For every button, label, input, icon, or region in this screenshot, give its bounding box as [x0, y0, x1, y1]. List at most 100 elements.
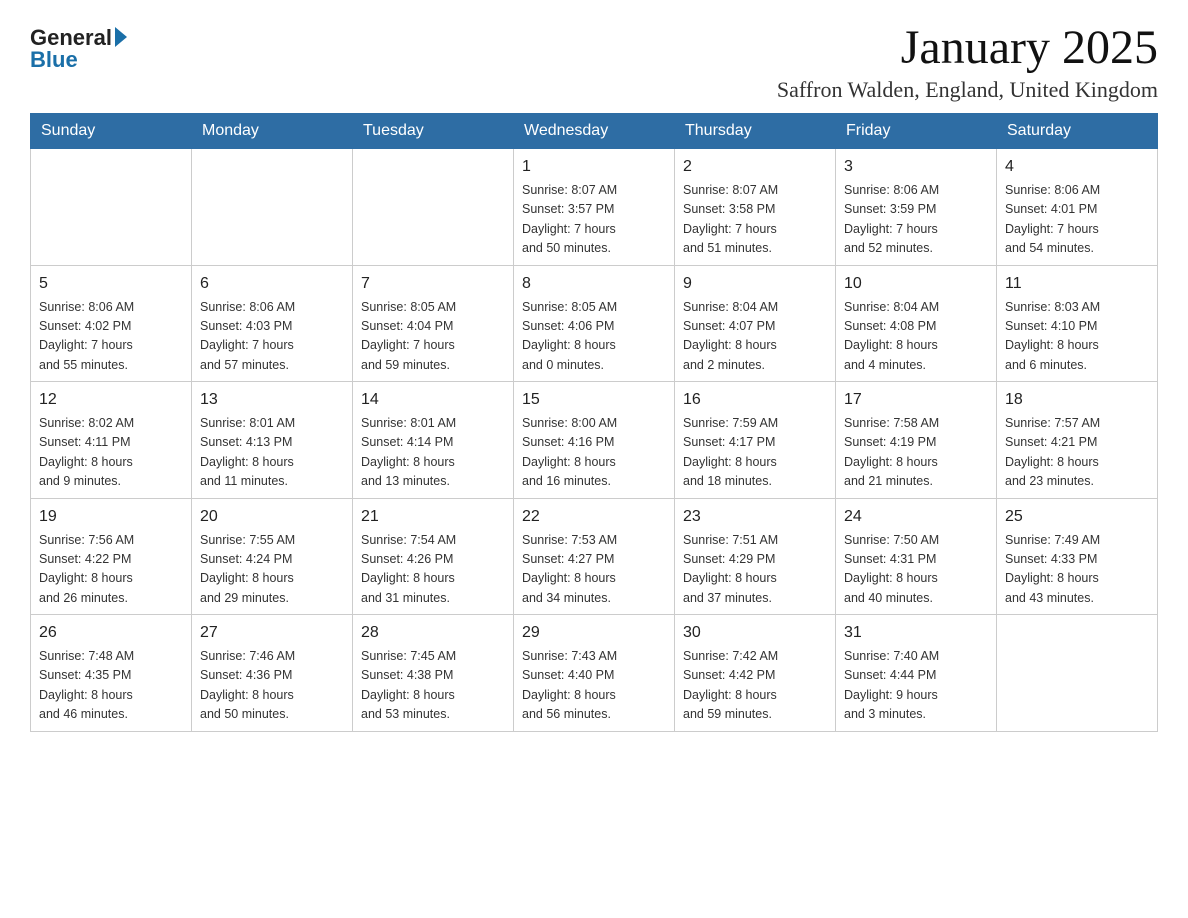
calendar-cell: 21 Sunrise: 7:54 AMSunset: 4:26 PMDayligh… [353, 498, 514, 615]
calendar-cell: 29Sunrise: 7:43 AMSunset: 4:40 PMDayligh… [514, 615, 675, 732]
day-info: Sunrise: 7:55 AMSunset: 4:24 PMDaylight:… [200, 533, 295, 605]
day-number: 27 [200, 621, 344, 645]
day-info: Sunrise: 7:54 AMSunset: 4:26 PMDaylight:… [361, 533, 456, 605]
calendar-day-header: Thursday [675, 114, 836, 149]
page-header: General Blue January 2025 Saffron Walden… [30, 20, 1158, 103]
calendar-cell: 14 Sunrise: 8:01 AMSunset: 4:14 PMDayligh… [353, 382, 514, 499]
day-info: Sunrise: 7:50 AMSunset: 4:31 PMDaylight:… [844, 533, 939, 605]
calendar-cell: 3Sunrise: 8:06 AMSunset: 3:59 PMDaylight… [836, 149, 997, 266]
day-number: 8 [522, 272, 666, 296]
logo: General Blue [30, 20, 127, 73]
calendar-cell: 15 Sunrise: 8:00 AMSunset: 4:16 PMDayligh… [514, 382, 675, 499]
calendar-cell [997, 615, 1158, 732]
calendar-cell: 7Sunrise: 8:05 AMSunset: 4:04 PMDaylight… [353, 265, 514, 382]
day-number: 16 [683, 388, 827, 412]
day-info: Sunrise: 7:40 AMSunset: 4:44 PMDaylight:… [844, 649, 939, 721]
location-subtitle: Saffron Walden, England, United Kingdom [777, 77, 1158, 103]
calendar-day-header: Tuesday [353, 114, 514, 149]
day-number: 21 [361, 505, 505, 529]
month-title: January 2025 [777, 20, 1158, 75]
day-number: 5 [39, 272, 183, 296]
calendar-week-row: 1 Sunrise: 8:07 AMSunset: 3:57 PMDaylight… [31, 149, 1158, 266]
day-number: 13 [200, 388, 344, 412]
day-number: 2 [683, 155, 827, 179]
day-info: Sunrise: 8:06 AMSunset: 4:02 PMDaylight:… [39, 300, 134, 372]
calendar-cell: 18 Sunrise: 7:57 AMSunset: 4:21 PMDayligh… [997, 382, 1158, 499]
day-info: Sunrise: 8:03 AMSunset: 4:10 PMDaylight:… [1005, 300, 1100, 372]
day-number: 4 [1005, 155, 1149, 179]
day-info: Sunrise: 7:57 AMSunset: 4:21 PMDaylight:… [1005, 416, 1100, 488]
day-number: 15 [522, 388, 666, 412]
day-number: 20 [200, 505, 344, 529]
calendar-cell: 20 Sunrise: 7:55 AMSunset: 4:24 PMDayligh… [192, 498, 353, 615]
day-info: Sunrise: 7:49 AMSunset: 4:33 PMDaylight:… [1005, 533, 1100, 605]
day-info: Sunrise: 8:06 AMSunset: 4:01 PMDaylight:… [1005, 183, 1100, 255]
calendar-cell: 24 Sunrise: 7:50 AMSunset: 4:31 PMDayligh… [836, 498, 997, 615]
calendar-cell: 12 Sunrise: 8:02 AMSunset: 4:11 PMDayligh… [31, 382, 192, 499]
calendar-cell: 6Sunrise: 8:06 AMSunset: 4:03 PMDaylight… [192, 265, 353, 382]
day-info: Sunrise: 8:07 AMSunset: 3:57 PMDaylight:… [522, 183, 617, 255]
calendar-cell: 2 Sunrise: 8:07 AMSunset: 3:58 PMDaylight… [675, 149, 836, 266]
day-info: Sunrise: 8:06 AMSunset: 3:59 PMDaylight:… [844, 183, 939, 255]
day-number: 14 [361, 388, 505, 412]
day-info: Sunrise: 8:02 AMSunset: 4:11 PMDaylight:… [39, 416, 134, 488]
calendar-cell: 1 Sunrise: 8:07 AMSunset: 3:57 PMDaylight… [514, 149, 675, 266]
calendar-cell: 23 Sunrise: 7:51 AMSunset: 4:29 PMDayligh… [675, 498, 836, 615]
day-number: 12 [39, 388, 183, 412]
calendar-week-row: 12 Sunrise: 8:02 AMSunset: 4:11 PMDayligh… [31, 382, 1158, 499]
logo-arrow-icon [115, 27, 127, 47]
day-number: 24 [844, 505, 988, 529]
day-number: 6 [200, 272, 344, 296]
calendar-cell: 19 Sunrise: 7:56 AMSunset: 4:22 PMDayligh… [31, 498, 192, 615]
day-info: Sunrise: 7:51 AMSunset: 4:29 PMDaylight:… [683, 533, 778, 605]
day-number: 31 [844, 621, 988, 645]
calendar-cell: 11 Sunrise: 8:03 AMSunset: 4:10 PMDayligh… [997, 265, 1158, 382]
day-info: Sunrise: 7:58 AMSunset: 4:19 PMDaylight:… [844, 416, 939, 488]
calendar-week-row: 5 Sunrise: 8:06 AMSunset: 4:02 PMDaylight… [31, 265, 1158, 382]
calendar-cell: 10Sunrise: 8:04 AMSunset: 4:08 PMDayligh… [836, 265, 997, 382]
day-info: Sunrise: 7:53 AMSunset: 4:27 PMDaylight:… [522, 533, 617, 605]
calendar-week-row: 19 Sunrise: 7:56 AMSunset: 4:22 PMDayligh… [31, 498, 1158, 615]
calendar-cell: 9 Sunrise: 8:04 AMSunset: 4:07 PMDaylight… [675, 265, 836, 382]
calendar-day-header: Wednesday [514, 114, 675, 149]
title-block: January 2025 Saffron Walden, England, Un… [777, 20, 1158, 103]
day-info: Sunrise: 7:45 AMSunset: 4:38 PMDaylight:… [361, 649, 456, 721]
calendar-cell: 4 Sunrise: 8:06 AMSunset: 4:01 PMDaylight… [997, 149, 1158, 266]
day-number: 9 [683, 272, 827, 296]
calendar-cell: 17Sunrise: 7:58 AMSunset: 4:19 PMDayligh… [836, 382, 997, 499]
calendar-week-row: 26Sunrise: 7:48 AMSunset: 4:35 PMDayligh… [31, 615, 1158, 732]
day-info: Sunrise: 7:59 AMSunset: 4:17 PMDaylight:… [683, 416, 778, 488]
day-number: 23 [683, 505, 827, 529]
day-info: Sunrise: 7:42 AMSunset: 4:42 PMDaylight:… [683, 649, 778, 721]
day-info: Sunrise: 7:56 AMSunset: 4:22 PMDaylight:… [39, 533, 134, 605]
calendar-cell: 27 Sunrise: 7:46 AMSunset: 4:36 PMDayligh… [192, 615, 353, 732]
calendar-header-row: SundayMondayTuesdayWednesdayThursdayFrid… [31, 114, 1158, 149]
day-info: Sunrise: 8:05 AMSunset: 4:04 PMDaylight:… [361, 300, 456, 372]
day-number: 1 [522, 155, 666, 179]
day-info: Sunrise: 7:43 AMSunset: 4:40 PMDaylight:… [522, 649, 617, 721]
calendar-day-header: Saturday [997, 114, 1158, 149]
day-number: 25 [1005, 505, 1149, 529]
day-number: 10 [844, 272, 988, 296]
calendar-day-header: Monday [192, 114, 353, 149]
day-number: 30 [683, 621, 827, 645]
calendar-cell: 16 Sunrise: 7:59 AMSunset: 4:17 PMDayligh… [675, 382, 836, 499]
day-info: Sunrise: 7:48 AMSunset: 4:35 PMDaylight:… [39, 649, 134, 721]
day-number: 11 [1005, 272, 1149, 296]
calendar-cell [31, 149, 192, 266]
calendar-day-header: Sunday [31, 114, 192, 149]
calendar-cell: 30 Sunrise: 7:42 AMSunset: 4:42 PMDayligh… [675, 615, 836, 732]
calendar-cell: 31 Sunrise: 7:40 AMSunset: 4:44 PMDayligh… [836, 615, 997, 732]
day-number: 18 [1005, 388, 1149, 412]
calendar-table: SundayMondayTuesdayWednesdayThursdayFrid… [30, 113, 1158, 732]
calendar-cell: 25 Sunrise: 7:49 AMSunset: 4:33 PMDayligh… [997, 498, 1158, 615]
day-info: Sunrise: 8:00 AMSunset: 4:16 PMDaylight:… [522, 416, 617, 488]
calendar-cell: 22Sunrise: 7:53 AMSunset: 4:27 PMDayligh… [514, 498, 675, 615]
calendar-cell [353, 149, 514, 266]
day-info: Sunrise: 8:07 AMSunset: 3:58 PMDaylight:… [683, 183, 778, 255]
day-info: Sunrise: 8:01 AMSunset: 4:14 PMDaylight:… [361, 416, 456, 488]
day-info: Sunrise: 7:46 AMSunset: 4:36 PMDaylight:… [200, 649, 295, 721]
day-number: 19 [39, 505, 183, 529]
day-info: Sunrise: 8:04 AMSunset: 4:07 PMDaylight:… [683, 300, 778, 372]
day-info: Sunrise: 8:05 AMSunset: 4:06 PMDaylight:… [522, 300, 617, 372]
